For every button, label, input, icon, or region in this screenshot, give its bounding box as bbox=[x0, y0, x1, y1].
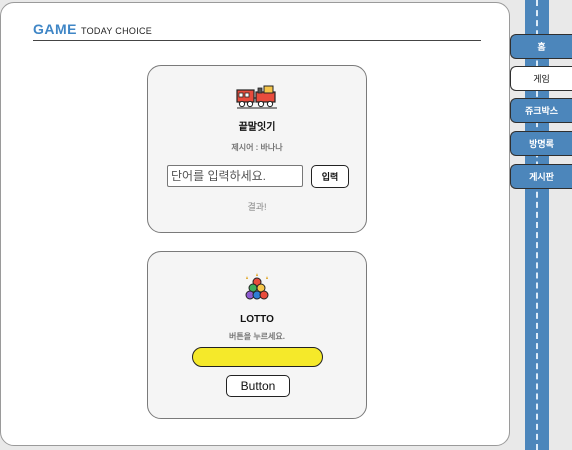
nav-item-guestbook[interactable]: 방명록 bbox=[510, 131, 572, 156]
nav-item-home[interactable]: 홈 bbox=[510, 34, 572, 59]
nav-label: 쥬크박스 bbox=[524, 106, 559, 116]
word-input[interactable] bbox=[167, 165, 303, 187]
lotto-hint: 버튼을 누르세요. bbox=[229, 332, 285, 341]
lotto-result-bar bbox=[192, 347, 323, 367]
nav-label: 게임 bbox=[533, 74, 550, 84]
word-game-title: 끝말잇기 bbox=[238, 122, 276, 133]
train-icon bbox=[235, 84, 279, 115]
nav-label: 홈 bbox=[537, 42, 546, 52]
lotto-balls-icon bbox=[242, 272, 272, 307]
page-subtitle: TODAY CHOICE bbox=[81, 26, 153, 36]
lotto-title: LOTTO bbox=[240, 314, 274, 325]
result-text: 결과! bbox=[247, 202, 267, 212]
lotto-card: LOTTO 버튼을 누르세요. Button bbox=[147, 251, 367, 419]
nav-label: 게시판 bbox=[529, 172, 554, 182]
lotto-button[interactable]: Button bbox=[226, 375, 290, 397]
page-header: GAME TODAY CHOICE bbox=[33, 21, 481, 41]
nav-label: 방명록 bbox=[529, 139, 554, 149]
enter-button[interactable]: 입력 bbox=[311, 165, 349, 188]
word-chain-card: 끝말잇기 제시어 : 바나나 입력 결과! bbox=[147, 65, 367, 233]
suggested-word: 제시어 : 바나나 bbox=[231, 143, 283, 152]
nav-item-game[interactable]: 게임 bbox=[510, 66, 572, 91]
nav-item-jukebox[interactable]: 쥬크박스 bbox=[510, 98, 572, 123]
main-panel: GAME TODAY CHOICE 끝말잇기 제시어 : 바나나 입력 결과! bbox=[0, 2, 510, 446]
page-title: GAME bbox=[33, 21, 77, 37]
nav-item-board[interactable]: 게시판 bbox=[510, 164, 572, 189]
